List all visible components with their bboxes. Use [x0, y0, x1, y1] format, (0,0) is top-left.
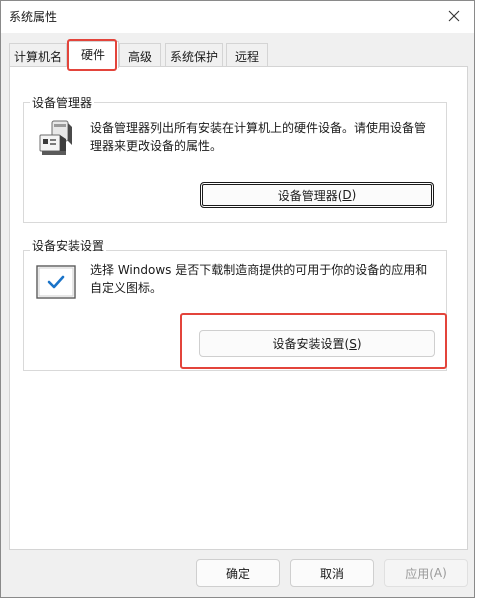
window-title: 系统属性	[9, 10, 58, 24]
device-install-description-line2: 自定义图标。	[90, 281, 163, 295]
cancel-button[interactable]: 取消	[290, 559, 374, 587]
apply-button-label: 应用(	[405, 566, 434, 581]
device-install-button-accesskey: S	[349, 336, 357, 351]
device-install-description-line1: 选择 Windows 是否下载制造商提供的可用于你的设备的应用和	[90, 263, 428, 277]
apply-button[interactable]: 应用(A)	[384, 559, 468, 587]
apply-button-label-end: )	[442, 566, 447, 580]
device-manager-button-accesskey: D	[342, 188, 352, 202]
device-manager-button-label-end: )	[351, 188, 357, 202]
tab-remote[interactable]: 远程	[226, 43, 268, 66]
tab-strip: 计算机名 硬件 高级 系统保护 远程	[9, 41, 469, 68]
close-button[interactable]	[434, 1, 474, 31]
tab-advanced[interactable]: 高级	[119, 43, 161, 66]
device-manager-button[interactable]: 设备管理器(D)	[200, 182, 434, 208]
device-manager-group-title: 设备管理器	[30, 94, 95, 111]
device-manager-button-label: 设备管理器(	[277, 188, 343, 203]
device-manager-description-line1: 设备管理器列出所有安装在计算机上的硬件设备。请使用设备管	[90, 121, 427, 135]
tab-computer-name[interactable]: 计算机名	[9, 43, 67, 66]
close-icon	[448, 10, 460, 22]
tab-hardware[interactable]: 硬件	[67, 41, 119, 68]
device-manager-description-line2: 理器来更改设备的属性。	[90, 139, 223, 153]
system-properties-window: 系统属性 计算机名 硬件 高级 系统保护 远程 设备管理器 设备管理器列出所有安…	[0, 0, 475, 598]
device-install-group-title: 设备安装设置	[30, 237, 107, 254]
device-install-settings-button[interactable]: 设备安装设置(S)	[199, 330, 435, 357]
apply-button-accesskey: A	[433, 566, 443, 580]
hardware-panel: 设备管理器 设备管理器列出所有安装在计算机上的硬件设备。请使用设备管 理器来更改…	[9, 66, 468, 550]
tab-system-protection[interactable]: 系统保护	[165, 43, 223, 66]
ok-button[interactable]: 确定	[196, 559, 280, 587]
title-bar[interactable]: 系统属性	[1, 1, 474, 33]
checkbox-window-icon	[36, 265, 76, 299]
device-install-button-label: 设备安装设置(	[272, 337, 350, 351]
device-install-button-label-end: )	[356, 336, 362, 351]
device-manager-icon	[36, 119, 76, 159]
